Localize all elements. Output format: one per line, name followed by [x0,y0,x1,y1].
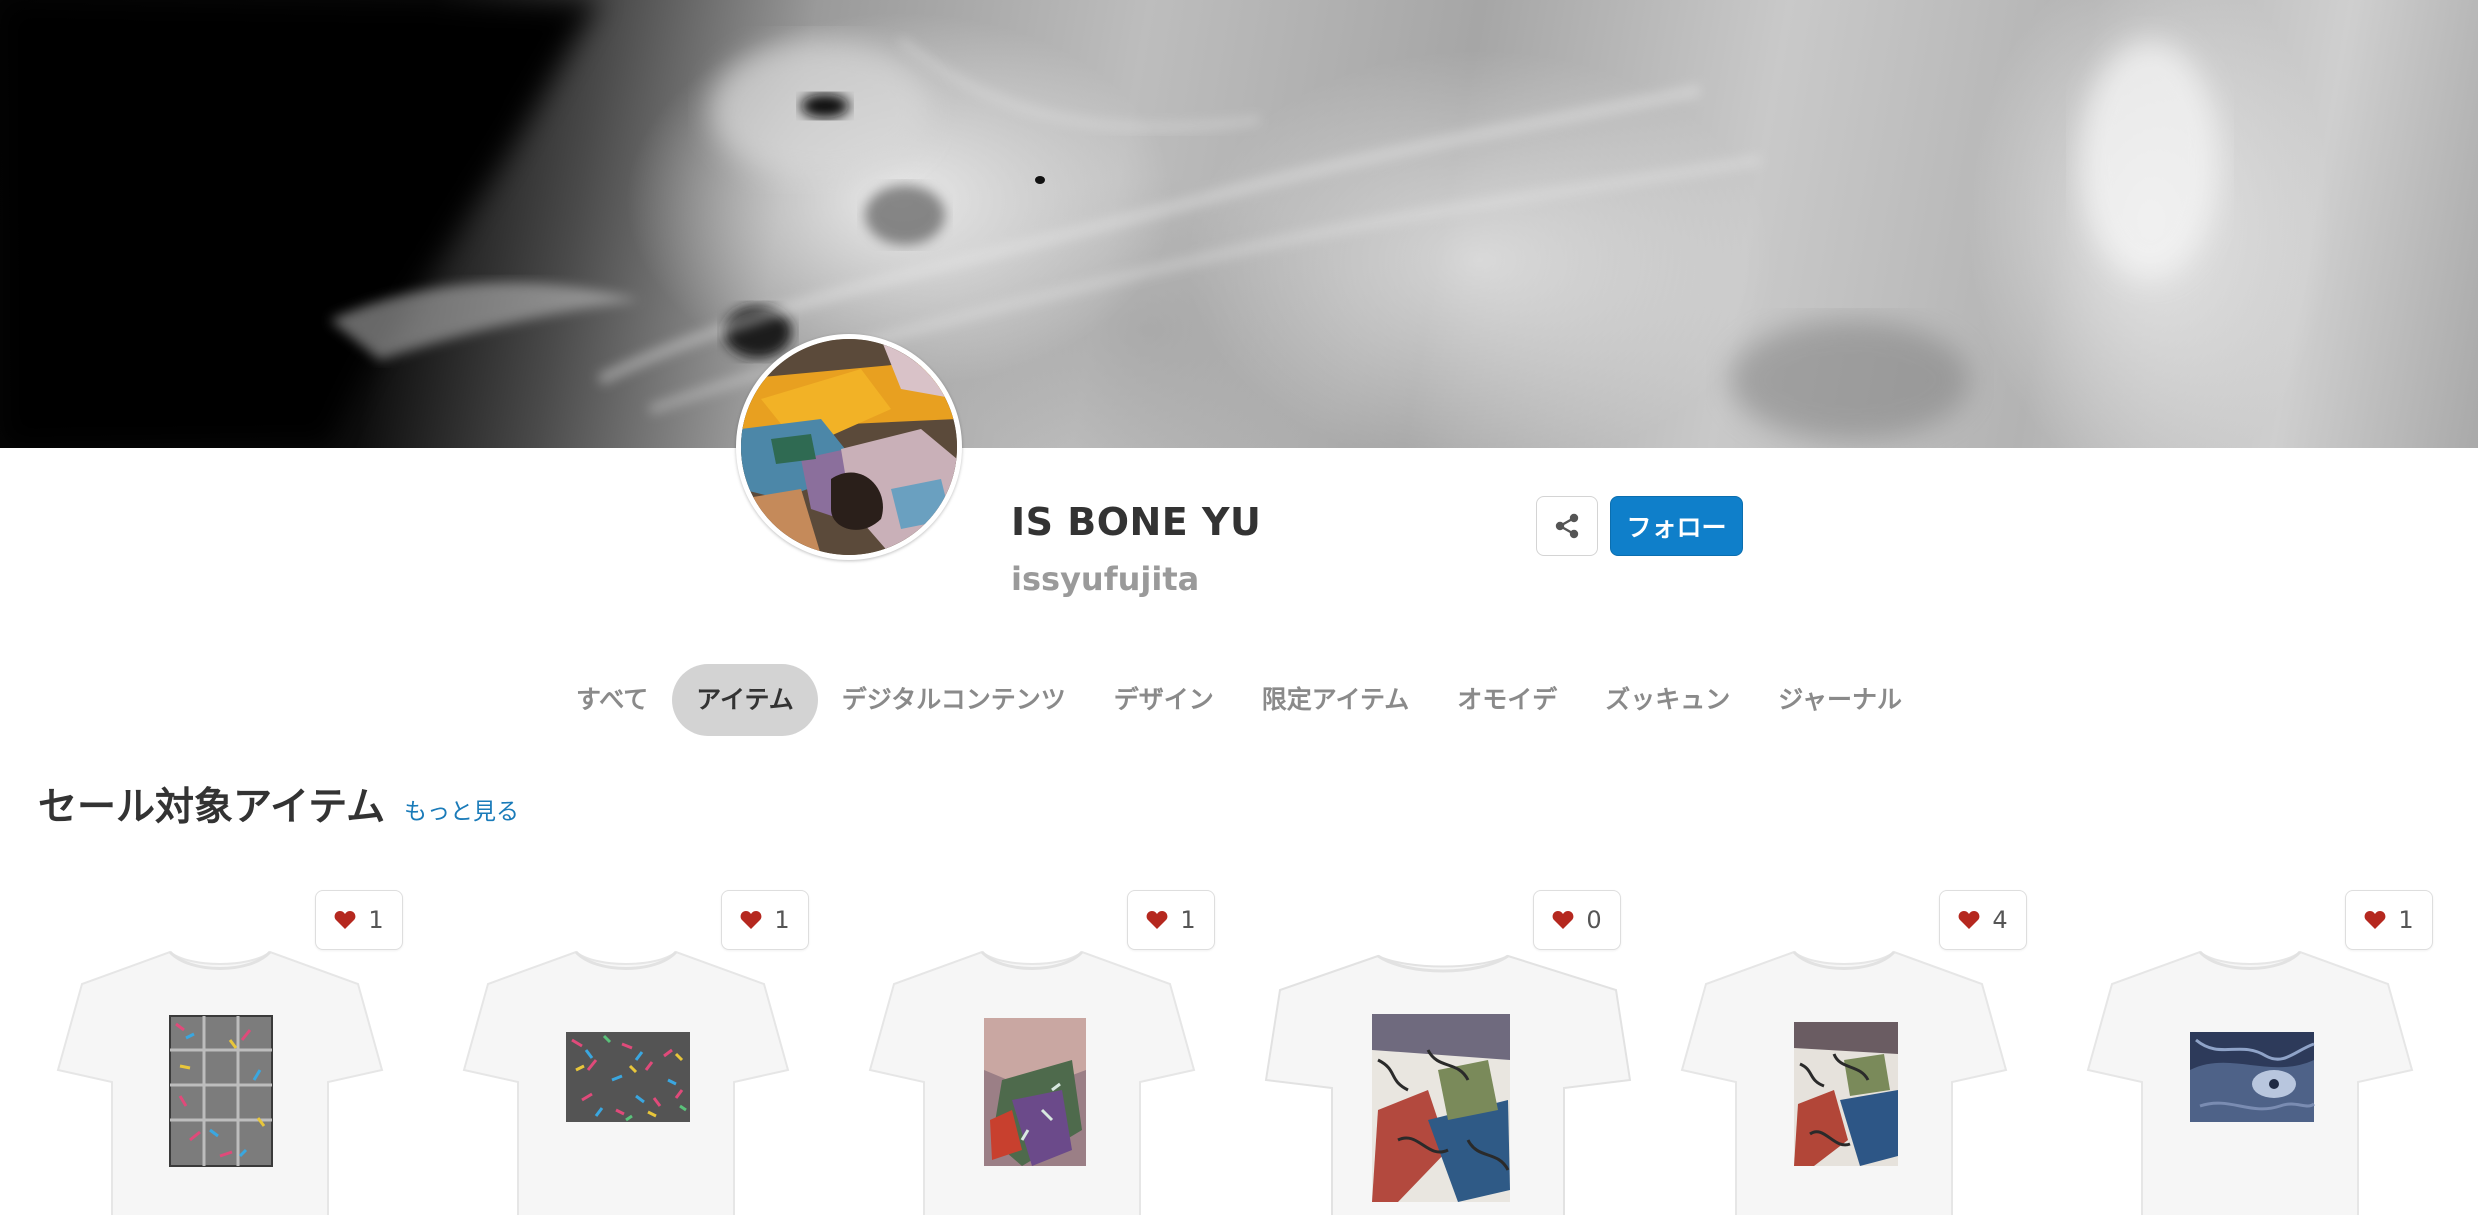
like-count: 4 [1992,906,2008,934]
tab-digital-contents[interactable]: デジタルコンテンツ [818,664,1090,736]
share-icon [1555,513,1579,539]
category-tabs: すべて アイテム デジタルコンテンツ デザイン 限定アイテム オモイデ ズッキュ… [0,664,2478,736]
see-more-link[interactable]: もっと見る [404,792,519,826]
cover-image [0,0,2478,448]
product-image [462,950,790,1215]
heart-icon [334,911,356,929]
tab-journal[interactable]: ジャーナル [1754,664,1926,736]
like-button[interactable]: 1 [1127,890,1215,950]
tab-design[interactable]: デザイン [1090,664,1238,736]
tab-all[interactable]: すべて [552,664,672,736]
tab-zukkyun[interactable]: ズッキュン [1581,664,1754,736]
product-image [56,950,384,1215]
product-card[interactable]: 1 [852,890,1232,1215]
like-count: 1 [368,906,384,934]
like-button[interactable]: 4 [1939,890,2027,950]
product-image [868,950,1196,1215]
product-image [2086,950,2414,1215]
like-button[interactable]: 0 [1533,890,1621,950]
section-title: セール対象アイテム [38,785,386,830]
like-count: 1 [774,906,790,934]
like-count: 0 [1586,906,1602,934]
product-card[interactable]: 1 [2070,890,2450,1215]
heart-icon [740,911,762,929]
tab-items[interactable]: アイテム [672,664,818,736]
product-image [1264,954,1632,1215]
share-button[interactable] [1536,496,1598,556]
like-button[interactable]: 1 [2345,890,2433,950]
heart-icon [2364,911,2386,929]
follow-button[interactable]: フォロー [1610,496,1743,556]
shop-avatar[interactable] [736,334,962,560]
tab-omoide[interactable]: オモイデ [1433,664,1581,736]
heart-icon [1958,911,1980,929]
tab-limited-items[interactable]: 限定アイテム [1238,664,1434,736]
like-button[interactable]: 1 [315,890,403,950]
product-card[interactable]: 0 [1258,890,1638,1215]
shop-name: IS BONE YU [1011,500,1262,544]
like-count: 1 [1180,906,1196,934]
heart-icon [1146,911,1168,929]
shop-id: issyufujita [1011,560,1200,598]
product-card[interactable]: 1 [40,890,420,1215]
like-button[interactable]: 1 [721,890,809,950]
product-card[interactable]: 4 [1664,890,2044,1215]
like-count: 1 [2398,906,2414,934]
product-image [1680,950,2008,1215]
heart-icon [1552,911,1574,929]
product-card[interactable]: 1 [446,890,826,1215]
